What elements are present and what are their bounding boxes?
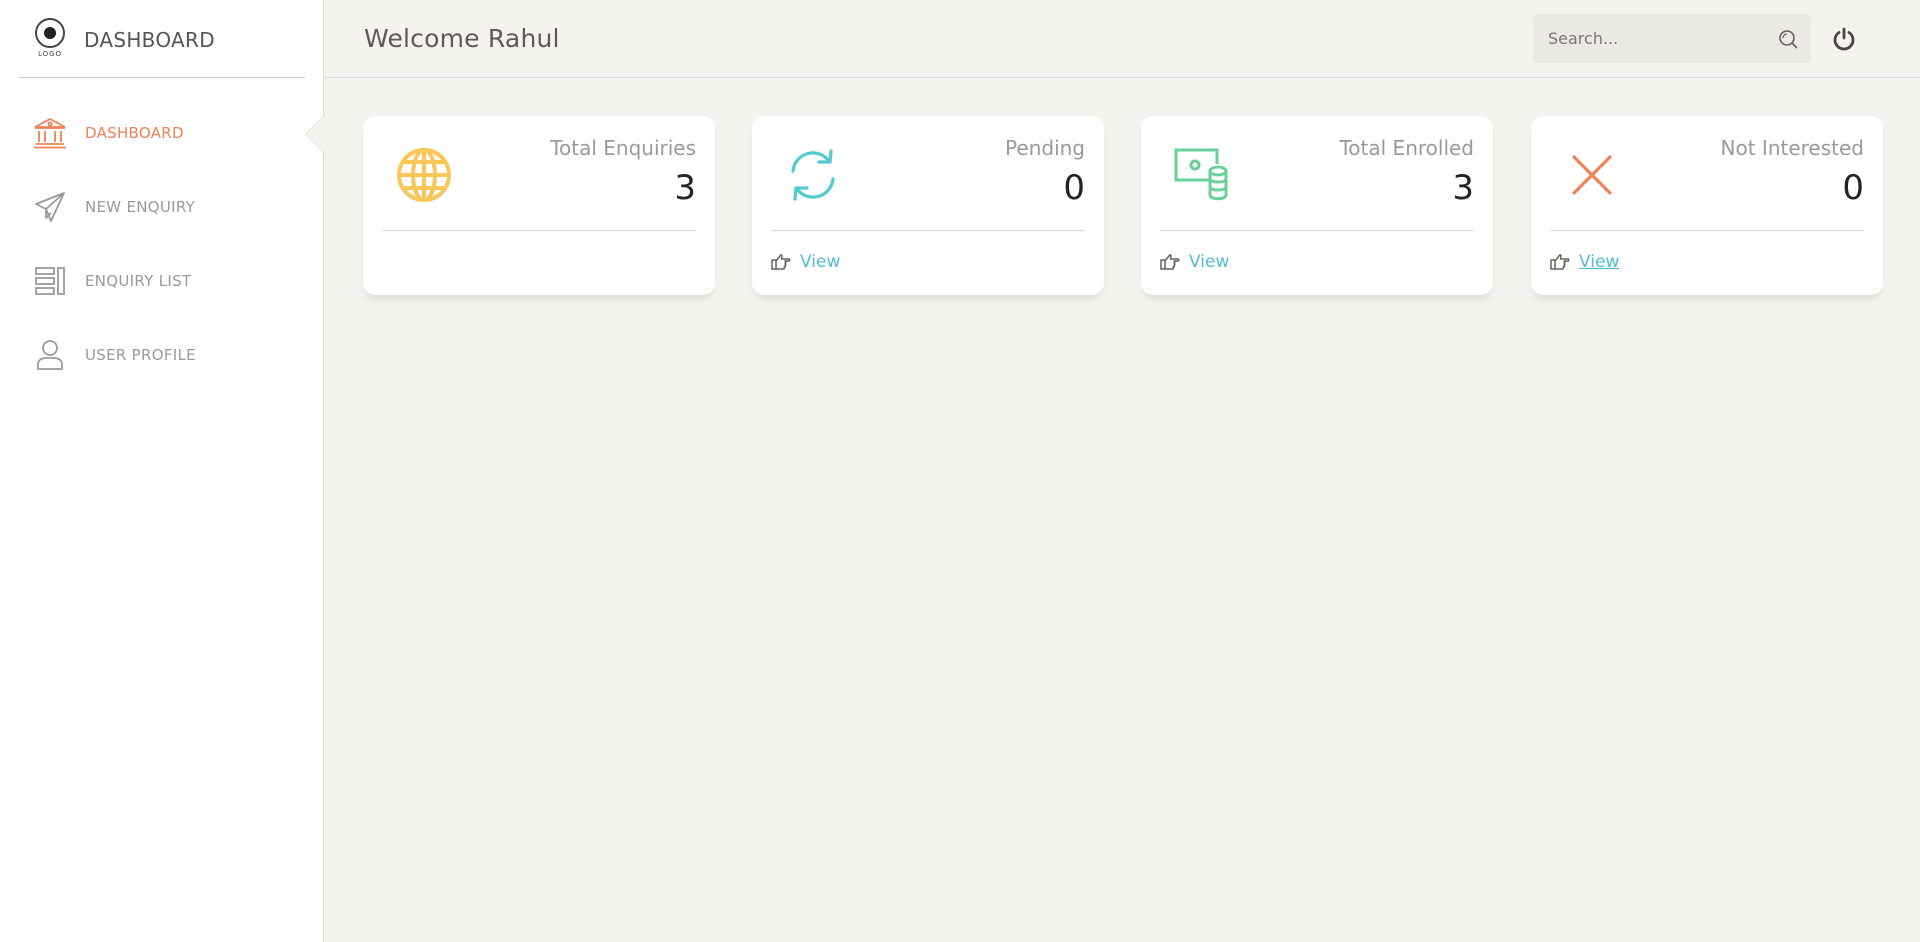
stat-card-total-enquiries: Total Enquiries 3 (363, 116, 715, 295)
logo[interactable]: LOGO (31, 18, 69, 62)
hand-pointing-icon (1160, 253, 1180, 271)
bank-icon (33, 116, 67, 150)
card-value: 3 (1452, 168, 1474, 208)
sidebar-item-dashboard[interactable]: DASHBOARD (0, 96, 325, 170)
power-icon[interactable] (1830, 25, 1858, 53)
card-footer: View (771, 252, 840, 272)
top-navbar: Welcome Rahul (325, 0, 1920, 78)
refresh-icon (782, 144, 844, 206)
search-icon[interactable] (1777, 28, 1799, 50)
hand-pointing-icon (1550, 253, 1570, 271)
search-box (1533, 14, 1811, 63)
card-value: 0 (1063, 168, 1085, 208)
sidebar-item-user-profile[interactable]: USER PROFILE (0, 318, 324, 392)
stat-card-total-enrolled: Total Enrolled 3 View (1141, 116, 1493, 295)
money-coins-icon (1171, 144, 1233, 206)
sidebar-nav: DASHBOARD NEW ENQUIRY ENQUIRY LIST USER … (0, 96, 325, 392)
sidebar-item-label: DASHBOARD (85, 124, 184, 142)
stat-card-pending: Pending 0 View (752, 116, 1104, 295)
card-label: Not Interested (1720, 136, 1864, 160)
stat-card-not-interested: Not Interested 0 View (1531, 116, 1883, 295)
paper-plane-icon (33, 190, 67, 224)
card-value: 0 (1842, 168, 1864, 208)
close-x-icon (1561, 144, 1623, 206)
brand-title[interactable]: DASHBOARD (84, 28, 215, 52)
card-divider (382, 230, 696, 231)
card-footer: View (1550, 252, 1619, 272)
card-divider (771, 230, 1085, 231)
brand: LOGO DASHBOARD (19, 0, 305, 78)
view-link-pending[interactable]: View (800, 252, 840, 272)
view-link-enrolled[interactable]: View (1189, 252, 1229, 272)
list-icon (33, 264, 67, 298)
card-label: Total Enquiries (550, 136, 696, 160)
logo-icon (35, 18, 65, 48)
view-link-not-interested[interactable]: View (1579, 252, 1619, 272)
user-icon (33, 338, 67, 372)
sidebar: LOGO DASHBOARD DASHBOARD NEW ENQUIRY ENQ… (0, 0, 325, 942)
card-label: Pending (1005, 136, 1085, 160)
card-divider (1550, 230, 1864, 231)
page-title: Welcome Rahul (364, 24, 560, 53)
logo-text: LOGO (37, 50, 63, 58)
hand-pointing-icon (771, 253, 791, 271)
sidebar-item-label: NEW ENQUIRY (85, 198, 196, 216)
card-divider (1160, 230, 1474, 231)
card-value: 3 (674, 168, 696, 208)
sidebar-item-label: USER PROFILE (85, 346, 196, 364)
card-footer: View (1160, 252, 1229, 272)
sidebar-item-enquiry-list[interactable]: ENQUIRY LIST (0, 244, 324, 318)
card-label: Total Enrolled (1339, 136, 1474, 160)
sidebar-item-new-enquiry[interactable]: NEW ENQUIRY (0, 170, 324, 244)
sidebar-item-label: ENQUIRY LIST (85, 272, 192, 290)
globe-icon (393, 144, 455, 206)
search-input[interactable] (1533, 14, 1769, 63)
